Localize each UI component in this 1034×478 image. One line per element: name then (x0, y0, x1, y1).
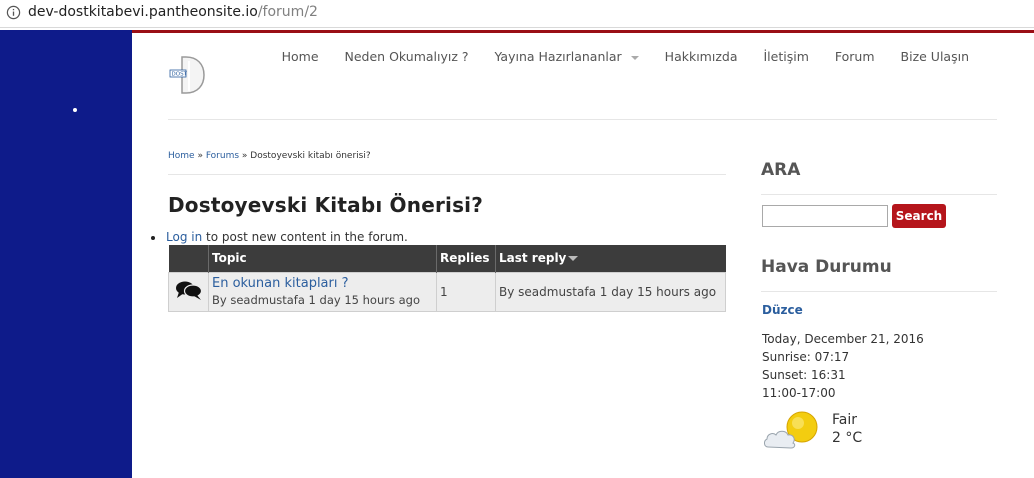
login-notice-text: to post new content in the forum. (202, 230, 408, 244)
weather-heading: Hava Durumu (761, 257, 892, 277)
breadcrumb-separator: » (194, 151, 206, 161)
svg-text:DOST: DOST (172, 72, 188, 78)
table-header-row: Topic Replies Last reply (168, 245, 726, 272)
last-reply-cell: By seadmustafa 1 day 15 hours ago (495, 271, 726, 312)
topic-header-label: Topic (212, 251, 247, 266)
chevron-down-icon (630, 55, 639, 60)
forum-topics-table: Topic Replies Last reply En okunan kitap… (168, 245, 726, 312)
bullet-icon (151, 235, 155, 240)
replies-cell: 1 (436, 271, 496, 312)
nav-home[interactable]: Home (269, 49, 332, 64)
weather-period: 11:00-17:00 (762, 386, 836, 400)
main-navigation: Home Neden Okumalıyız ? Yayına Hazırlana… (269, 49, 982, 64)
weather-condition-text: Fair (832, 412, 857, 428)
nav-hakkimizda[interactable]: Hakkımızda (652, 49, 751, 64)
site-logo[interactable]: DOST (168, 53, 208, 97)
left-sidebar-band (0, 30, 132, 478)
partly-cloudy-icon (764, 411, 818, 449)
icon-column-header (168, 245, 209, 272)
replies-header-label: Replies (440, 251, 490, 266)
weather-sunset: Sunset: 16:31 (762, 368, 846, 382)
breadcrumb-current: Dostoyevski kitabı önerisi? (250, 151, 371, 161)
header-divider (168, 119, 997, 120)
topic-column-header[interactable]: Topic (208, 245, 437, 272)
replies-column-header[interactable]: Replies (436, 245, 496, 272)
search-divider (761, 194, 997, 195)
nav-yayina-hazirlananlar[interactable]: Yayına Hazırlananlar (482, 49, 652, 64)
nav-yayina-hazirlananlar-label: Yayına Hazırlananlar (494, 49, 622, 64)
url-text[interactable]: dev-dostkitabevi.pantheonsite.io/forum/2 (28, 4, 318, 20)
search-input[interactable] (762, 205, 888, 227)
topic-link[interactable]: En okunan kitapları ? (212, 276, 433, 292)
sort-descending-icon (568, 256, 579, 262)
login-link[interactable]: Log in (166, 230, 202, 244)
breadcrumb-home-link[interactable]: Home (168, 151, 195, 161)
breadcrumb: Home » Forums » Dostoyevski kitabı öneri… (168, 151, 371, 161)
page-content: DOST Home Neden Okumalıyız ? Yayına Hazı… (132, 33, 1034, 478)
breadcrumb-forums-link[interactable]: Forums (206, 151, 239, 161)
last-reply-header-label: Last reply (499, 251, 567, 266)
weather-temperature: 2 °C (832, 430, 863, 446)
weather-sunrise: Sunrise: 07:17 (762, 350, 850, 364)
page-title: Dostoyevski Kitabı Önerisi? (168, 193, 484, 217)
nav-iletisim[interactable]: İletişim (751, 49, 822, 64)
sidebar-dot (73, 108, 77, 112)
nav-neden-okumaliyiz[interactable]: Neden Okumalıyız ? (332, 49, 482, 64)
topic-icon-cell (168, 271, 209, 312)
search-button[interactable]: Search (892, 204, 946, 228)
search-heading: ARA (761, 160, 801, 180)
chat-bubbles-icon (175, 281, 202, 300)
topic-author: By seadmustafa 1 day 15 hours ago (212, 292, 420, 307)
nav-bize-ulasin[interactable]: Bize Ulaşın (888, 49, 982, 64)
breadcrumb-divider (168, 174, 726, 175)
weather-city[interactable]: Düzce (762, 303, 803, 317)
weather-condition: Fair 2 °C (832, 411, 862, 447)
last-reply-column-header[interactable]: Last reply (495, 245, 726, 272)
nav-forum[interactable]: Forum (822, 49, 888, 64)
weather-divider (761, 291, 997, 292)
url-host: dev-dostkitabevi.pantheonsite.io (28, 4, 258, 20)
breadcrumb-separator: » (239, 151, 251, 161)
url-path: /forum/2 (257, 4, 318, 20)
table-row: En okunan kitapları ? By seadmustafa 1 d… (168, 271, 726, 312)
info-icon[interactable] (6, 5, 21, 20)
weather-date: Today, December 21, 2016 (762, 332, 924, 346)
weather-info: Today, December 21, 2016 Sunrise: 07:17 … (762, 330, 924, 402)
browser-address-bar[interactable]: dev-dostkitabevi.pantheonsite.io/forum/2 (0, 0, 1034, 28)
topic-cell: En okunan kitapları ? By seadmustafa 1 d… (208, 271, 437, 312)
login-notice: Log in to post new content in the forum. (151, 230, 408, 244)
